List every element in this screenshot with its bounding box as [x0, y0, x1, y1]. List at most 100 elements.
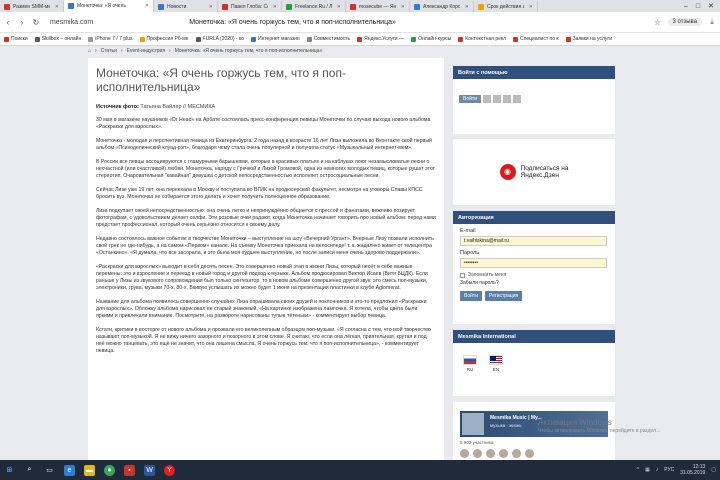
share-widget: Войти с помощью Войти: [453, 66, 615, 134]
bookmark-item[interactable]: Интернет магазин: [250, 36, 300, 42]
google-icon[interactable]: [513, 95, 521, 103]
notifications-icon[interactable]: ▢: [711, 467, 716, 473]
breadcrumb-item[interactable]: Event-индустрия: [127, 48, 165, 54]
photo-source-label: Источник фото:: [96, 104, 139, 110]
language-ru[interactable]: RU: [460, 355, 480, 372]
tab-close-icon[interactable]: ✕: [529, 4, 533, 10]
word-icon[interactable]: W: [144, 464, 155, 476]
yandex-zen-icon: ◉: [499, 164, 516, 180]
app-icon[interactable]: ▪: [124, 464, 135, 476]
avatar[interactable]: [512, 449, 521, 458]
bookmark-item[interactable]: Совместимость: [306, 36, 350, 42]
minimize-icon[interactable]: –: [684, 3, 688, 10]
bookmark-label: FURLA (2020) - ко: [202, 36, 244, 42]
avatar[interactable]: [499, 449, 508, 458]
breadcrumb: ⌂ › Статьи › Event-индустрия › Монеточка…: [88, 48, 323, 54]
reviews-badge[interactable]: 3 отзыва: [667, 18, 702, 26]
bookmark-item[interactable]: Онлайн-курсы: [411, 36, 451, 42]
forward-icon[interactable]: ›: [18, 18, 26, 27]
bookmark-item[interactable]: Яндекс.Услуги —: [357, 36, 404, 42]
tab-close-icon[interactable]: ✕: [209, 4, 213, 10]
tab-close-icon[interactable]: ✕: [465, 4, 469, 10]
reload-icon[interactable]: ↻: [32, 18, 40, 27]
tab-favicon-icon: [158, 3, 164, 10]
bookmark-star-icon[interactable]: ☆: [654, 18, 662, 27]
zen-subscribe[interactable]: ◉ Подписаться на Яндекс.Дзен: [453, 139, 615, 205]
flag-ru-icon: [463, 355, 477, 365]
browser-tab[interactable]: Александр Королёв ✕: [410, 1, 474, 12]
network-icon[interactable]: ▦: [645, 467, 650, 473]
avatar[interactable]: [486, 449, 495, 458]
bookmark-item[interactable]: FURLA (2020) - ко: [195, 36, 244, 42]
email-label: E-mail: [460, 228, 476, 234]
breadcrumb-item[interactable]: Статьи: [101, 48, 117, 54]
yandex-browser-icon[interactable]: Y: [164, 464, 175, 476]
bookmark-item[interactable]: Skillbox – онлайн: [34, 36, 81, 42]
email-field[interactable]: t.vaihiskina@mail.ru: [460, 236, 607, 246]
input-language[interactable]: РУС: [664, 467, 674, 473]
vk-icon[interactable]: [483, 95, 491, 103]
browser-tab[interactable]: Срок действия истече ✕: [474, 1, 538, 12]
login-with-button[interactable]: Войти: [459, 95, 481, 103]
volume-icon[interactable]: ♪: [656, 467, 659, 473]
vk-members: [460, 449, 615, 458]
password-field[interactable]: ••••••••: [460, 258, 607, 268]
start-icon[interactable]: ⊞: [4, 465, 15, 476]
bookmark-label: Яндекс.Услуги —: [364, 36, 405, 42]
close-window-icon[interactable]: ✕: [708, 2, 714, 10]
browser-tab[interactable]: Размен SMM-менед ✕: [0, 1, 64, 12]
vk-group-name[interactable]: Mesmika Music | Му...: [490, 415, 542, 421]
edge-icon[interactable]: e: [64, 464, 75, 476]
browser-tab[interactable]: mosecube — Яндекс ✕: [346, 1, 410, 12]
explorer-icon[interactable]: ▬: [84, 464, 95, 476]
back-icon[interactable]: ‹: [4, 18, 12, 27]
tab-close-icon[interactable]: ✕: [55, 4, 59, 10]
register-button[interactable]: Регистрация: [485, 291, 523, 301]
task-view-icon[interactable]: ▭: [44, 465, 55, 476]
browser-tab[interactable]: Павел Глобa: Создан ✕: [218, 1, 282, 12]
tab-close-icon[interactable]: ✕: [145, 3, 149, 9]
chrome-icon[interactable]: ●: [104, 464, 115, 476]
vk-member-count: 5 902 участника: [460, 440, 494, 445]
maximize-icon[interactable]: □: [696, 3, 700, 10]
article-paragraph: Сейчас Лизе уже 19 лет, она переехала в …: [96, 187, 423, 200]
avatar[interactable]: [525, 449, 534, 458]
login-button[interactable]: Войти: [460, 291, 482, 301]
bookmark-label: Контекстная рекл: [465, 36, 507, 42]
bookmark-item[interactable]: Поиски: [4, 36, 28, 42]
address-bar: ‹ › ↻ mesmika.com Монеточка: «Я очень го…: [0, 12, 720, 33]
bookmark-item[interactable]: Контекстная рекл: [458, 36, 506, 42]
url-field[interactable]: mesmika.com: [50, 19, 93, 26]
facebook-icon[interactable]: [493, 95, 501, 103]
download-icon[interactable]: ⤓: [708, 17, 716, 27]
tab-close-icon[interactable]: ✕: [337, 4, 341, 10]
tab-close-icon[interactable]: ✕: [401, 4, 405, 10]
search-icon[interactable]: ⌕: [24, 465, 35, 476]
bookmark-item[interactable]: Заявки на услуги: [565, 36, 612, 42]
browser-tab[interactable]: Freelance.Ru / Личны ✕: [282, 1, 346, 12]
home-icon[interactable]: ⌂: [88, 48, 91, 54]
forgot-password-link[interactable]: Забыли пароль?: [460, 280, 615, 286]
bookmark-item[interactable]: iPhone 7 / 7 plus: [88, 36, 133, 42]
window-controls: – □ ✕: [678, 0, 720, 12]
tab-favicon-icon: [68, 3, 74, 9]
language-en[interactable]: EN: [486, 355, 506, 372]
page-title-bar: Монеточка: «Я очень горжусь тем, что я п…: [189, 18, 396, 26]
clock[interactable]: 12:13 31.05.2019: [680, 464, 705, 476]
tab-favicon-icon: [222, 3, 228, 10]
avatar[interactable]: [473, 449, 482, 458]
tab-close-icon[interactable]: ✕: [273, 4, 277, 10]
bookmark-item[interactable]: Специалист по к: [513, 36, 559, 42]
browser-tab[interactable]: Монеточка: «Я очень ✕: [64, 0, 154, 12]
article-paragraph: Кстати, критики в восторге от нового аль…: [96, 327, 431, 354]
avatar[interactable]: [460, 449, 469, 458]
twitter-icon[interactable]: [503, 95, 511, 103]
browser-tab[interactable]: Новости ✕: [154, 1, 218, 12]
bookmark-favicon-icon: [513, 36, 519, 42]
chevron-up-icon[interactable]: ^: [637, 467, 639, 473]
remember-me[interactable]: Запомнить меня: [460, 272, 615, 278]
bookmark-favicon-icon: [88, 36, 94, 42]
article-paragraph: Название для альбома появилось совершенн…: [96, 299, 427, 319]
bookmark-item[interactable]: Профессия Рб-ме: [139, 36, 189, 42]
remember-checkbox[interactable]: [460, 272, 465, 278]
